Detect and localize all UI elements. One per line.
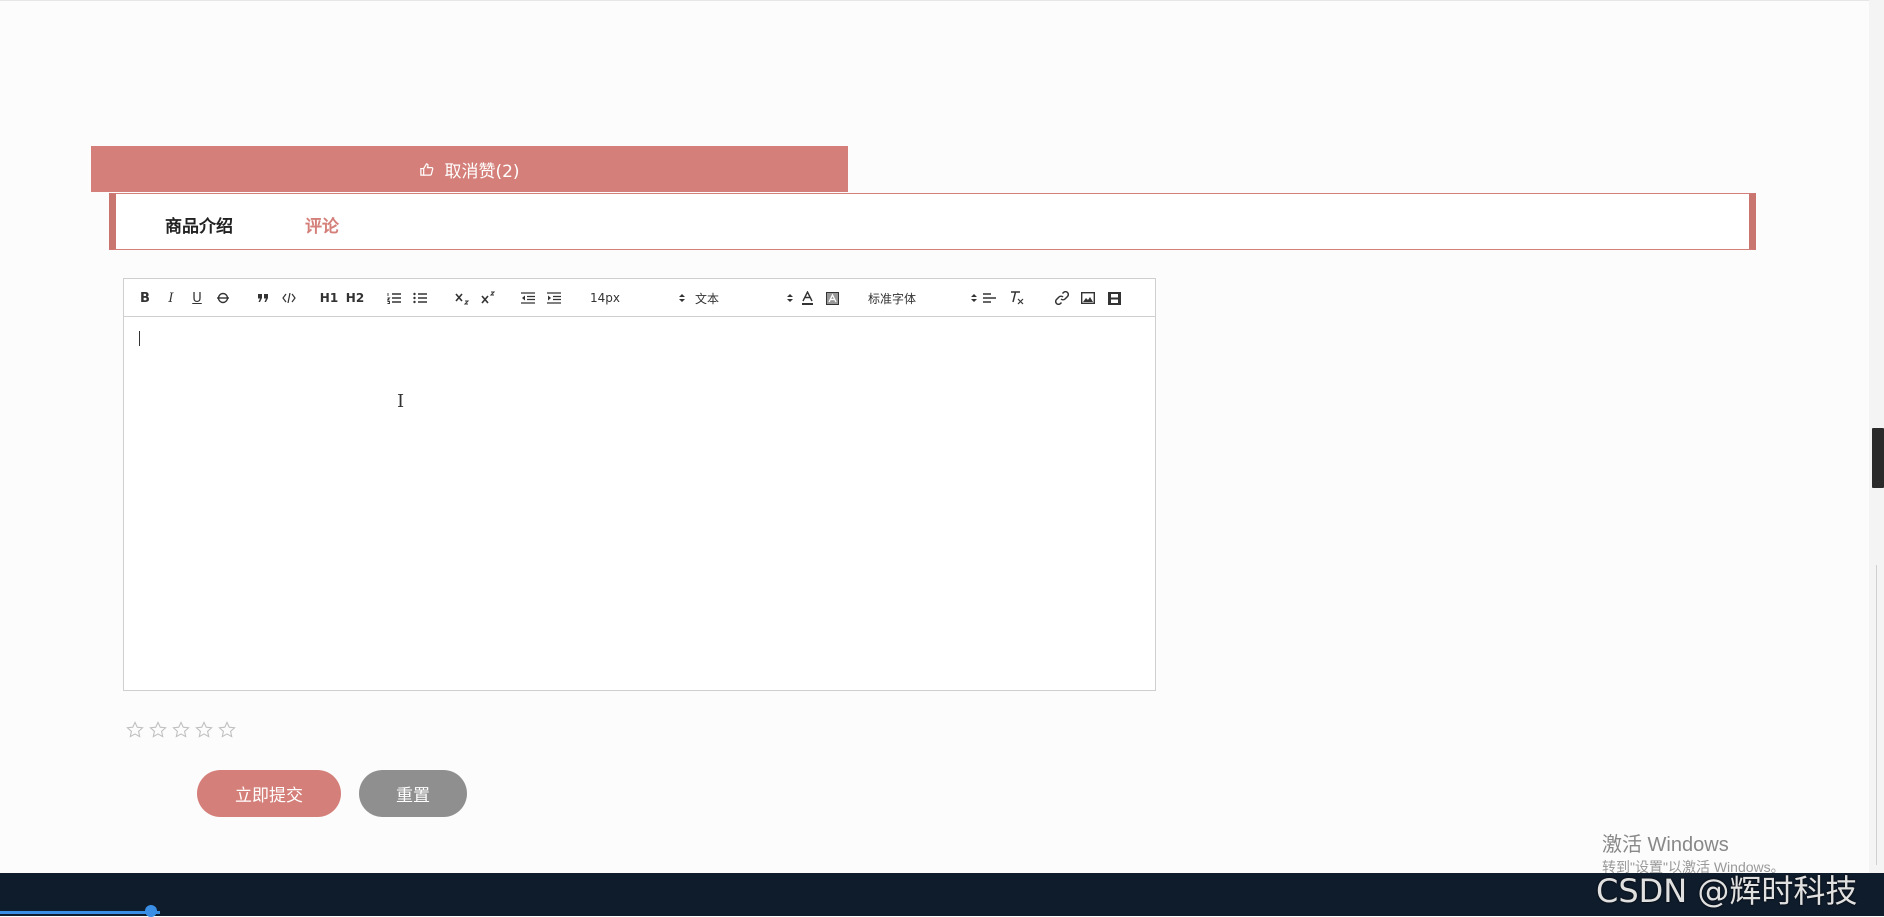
heading-select-value: 文本: [695, 291, 720, 306]
editor-content-area[interactable]: I: [124, 317, 1155, 690]
clear-format-icon: [1011, 291, 1024, 305]
indent-button[interactable]: [546, 288, 562, 308]
star-icon[interactable]: [126, 721, 144, 739]
font-size-select[interactable]: 14px: [590, 288, 690, 308]
csdn-watermark: CSDN @辉时科技: [1596, 872, 1858, 910]
scrollbar-thumb[interactable]: [1872, 428, 1884, 488]
product-tabs: 商品介绍 评论: [109, 193, 1756, 250]
heading-select[interactable]: 文本: [695, 288, 795, 308]
editor-toolbar: B I U H1 H2 14px 文本 标准字体: [124, 279, 1155, 317]
page-scrollbar[interactable]: [1869, 0, 1884, 873]
code-icon: [282, 293, 296, 303]
scrollbar-track-line: [1876, 565, 1877, 865]
h2-button[interactable]: H2: [346, 288, 364, 308]
blockquote-button[interactable]: [255, 288, 271, 308]
strikethrough-button[interactable]: [216, 288, 230, 308]
h1-button[interactable]: H1: [320, 288, 338, 308]
select-arrows-icon: [679, 294, 685, 302]
quote-icon: [257, 294, 268, 302]
ordered-list-icon: [387, 293, 401, 304]
ordered-list-button[interactable]: [386, 288, 402, 308]
tab-product-intro[interactable]: 商品介绍: [165, 212, 233, 237]
font-family-select[interactable]: 标准字体: [868, 288, 978, 308]
windows-activation-title: 激活 Windows: [1602, 834, 1729, 856]
bold-button[interactable]: B: [138, 288, 152, 308]
submit-button[interactable]: 立即提交: [197, 770, 341, 817]
taskbar-indicator: [145, 905, 157, 917]
image-icon: [1081, 292, 1095, 304]
background-color-button[interactable]: [825, 288, 839, 308]
superscript-icon: [481, 291, 496, 304]
align-button[interactable]: [982, 288, 998, 308]
link-icon: [1055, 291, 1069, 305]
star-rating[interactable]: [126, 721, 236, 739]
reset-button[interactable]: 重置: [359, 770, 467, 817]
background-color-icon: [825, 291, 839, 305]
font-color-icon: [801, 291, 813, 305]
link-button[interactable]: [1054, 288, 1070, 308]
code-block-button[interactable]: [281, 288, 297, 308]
ibeam-cursor-icon: I: [397, 391, 405, 412]
select-arrows-icon: [971, 294, 977, 302]
taskbar-progress: [0, 911, 160, 914]
unlike-button[interactable]: 取消赞(2): [91, 146, 848, 192]
outdent-icon: [521, 292, 535, 304]
unlike-label: 取消赞(2): [444, 161, 520, 182]
italic-button[interactable]: I: [164, 288, 178, 308]
subscript-icon: [455, 293, 470, 305]
star-icon[interactable]: [172, 721, 190, 739]
star-icon[interactable]: [218, 721, 236, 739]
font-family-value: 标准字体: [868, 291, 917, 306]
thumbs-up-icon: [419, 162, 434, 177]
outdent-button[interactable]: [520, 288, 536, 308]
font-color-button[interactable]: [800, 288, 814, 308]
star-icon[interactable]: [195, 721, 213, 739]
top-border: [0, 0, 1884, 1]
subscript-button[interactable]: [455, 288, 471, 308]
strikethrough-icon: [217, 292, 229, 304]
tab-comment[interactable]: 评论: [305, 212, 339, 237]
image-button[interactable]: [1080, 288, 1096, 308]
select-arrows-icon: [787, 294, 793, 302]
star-icon[interactable]: [149, 721, 167, 739]
underline-button[interactable]: U: [190, 288, 204, 308]
align-left-icon: [983, 293, 996, 303]
text-caret: [139, 331, 140, 346]
indent-icon: [547, 292, 561, 304]
bullet-list-button[interactable]: [412, 288, 428, 308]
font-size-value: 14px: [590, 291, 620, 305]
bullet-list-icon: [413, 292, 427, 304]
video-button[interactable]: [1106, 288, 1122, 308]
superscript-button[interactable]: [481, 288, 497, 308]
video-icon: [1107, 291, 1121, 305]
rich-text-editor: B I U H1 H2 14px 文本 标准字体 I: [123, 278, 1156, 691]
clear-format-button[interactable]: [1009, 288, 1025, 308]
